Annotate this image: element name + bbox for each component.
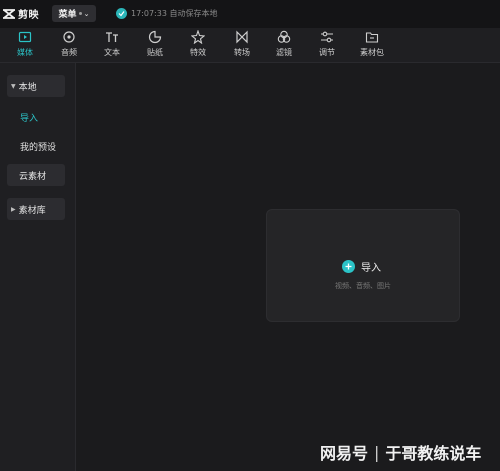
- menu-label: 菜单: [58, 10, 77, 20]
- text-icon: [106, 32, 118, 42]
- sidebar-item-cloud-label: 云素材: [19, 171, 47, 182]
- media-icon: [18, 31, 32, 43]
- caret-down-icon: ▼: [11, 82, 16, 90]
- title-bar: 剪映 菜单 ⌄ 17:07:33 自动保存本地: [0, 0, 500, 28]
- import-dropzone[interactable]: 导入 视频、音频、图片: [266, 209, 460, 322]
- save-status-text: 17:07:33 自动保存本地: [131, 9, 218, 18]
- main-toolbar: 媒体 音频 文本 贴纸 特效 转场 滤镜 调节 素材包: [0, 28, 500, 63]
- effects-icon: [191, 30, 205, 44]
- import-hint: 视频、音频、图片: [335, 282, 391, 290]
- adjust-icon: [321, 31, 333, 43]
- tab-audio[interactable]: 音频: [49, 30, 89, 60]
- chevron-down-icon: ⌄: [83, 9, 90, 18]
- app-name: 剪映: [18, 10, 39, 21]
- transition-icon: [236, 30, 248, 44]
- save-status: 17:07:33 自动保存本地: [116, 8, 217, 19]
- watermark-separator: |: [374, 442, 380, 462]
- import-label: 导入: [361, 263, 381, 274]
- tab-text[interactable]: 文本: [92, 30, 132, 60]
- sidebar-item-presets[interactable]: 我的预设: [20, 140, 56, 153]
- menu-button[interactable]: 菜单 ⌄: [52, 5, 96, 22]
- app-logo: 剪映: [2, 6, 39, 21]
- watermark: 网易号 | 于哥教练说车: [320, 440, 481, 464]
- sidebar-item-local[interactable]: ▼ 本地: [7, 75, 65, 97]
- tab-adjust[interactable]: 调节: [307, 30, 347, 60]
- menu-dot-icon: [78, 12, 82, 15]
- caret-right-icon: ▶: [11, 205, 16, 213]
- tab-effects[interactable]: 特效: [178, 30, 218, 60]
- audio-icon: [63, 31, 75, 43]
- sticker-icon: [148, 30, 162, 44]
- sidebar-item-local-label: 本地: [18, 82, 37, 93]
- sidebar-item-library-label: 素材库: [18, 205, 46, 216]
- tab-transition[interactable]: 转场: [222, 30, 262, 60]
- tab-package-label: 素材包: [360, 48, 384, 57]
- watermark-source: 网易号: [320, 444, 369, 463]
- watermark-author: 于哥教练说车: [385, 444, 482, 463]
- sidebar-item-cloud[interactable]: 云素材: [7, 164, 65, 186]
- tab-media-label: 媒体: [17, 48, 33, 57]
- tab-adjust-label: 调节: [319, 48, 335, 57]
- sidebar-item-library[interactable]: ▶ 素材库: [7, 198, 65, 220]
- tab-media[interactable]: 媒体: [5, 30, 45, 60]
- tab-transition-label: 转场: [234, 48, 250, 57]
- tab-text-label: 文本: [104, 48, 120, 57]
- tab-filter-label: 滤镜: [276, 48, 292, 57]
- tab-effects-label: 特效: [190, 48, 206, 57]
- tab-package[interactable]: 素材包: [352, 30, 392, 60]
- filter-icon: [277, 30, 291, 43]
- package-icon: [365, 32, 379, 43]
- capcut-logo-icon: [3, 8, 15, 19]
- import-button[interactable]: 导入: [342, 259, 381, 274]
- plus-icon: [342, 260, 355, 273]
- sidebar-item-import[interactable]: 导入: [20, 111, 38, 124]
- tab-filter[interactable]: 滤镜: [264, 30, 304, 60]
- tab-audio-label: 音频: [61, 48, 77, 57]
- check-icon: [116, 8, 127, 19]
- tab-sticker-label: 贴纸: [147, 48, 163, 57]
- tab-sticker[interactable]: 贴纸: [135, 30, 175, 60]
- left-sidebar: ▼ 本地 导入 我的预设 云素材 ▶ 素材库: [0, 63, 76, 471]
